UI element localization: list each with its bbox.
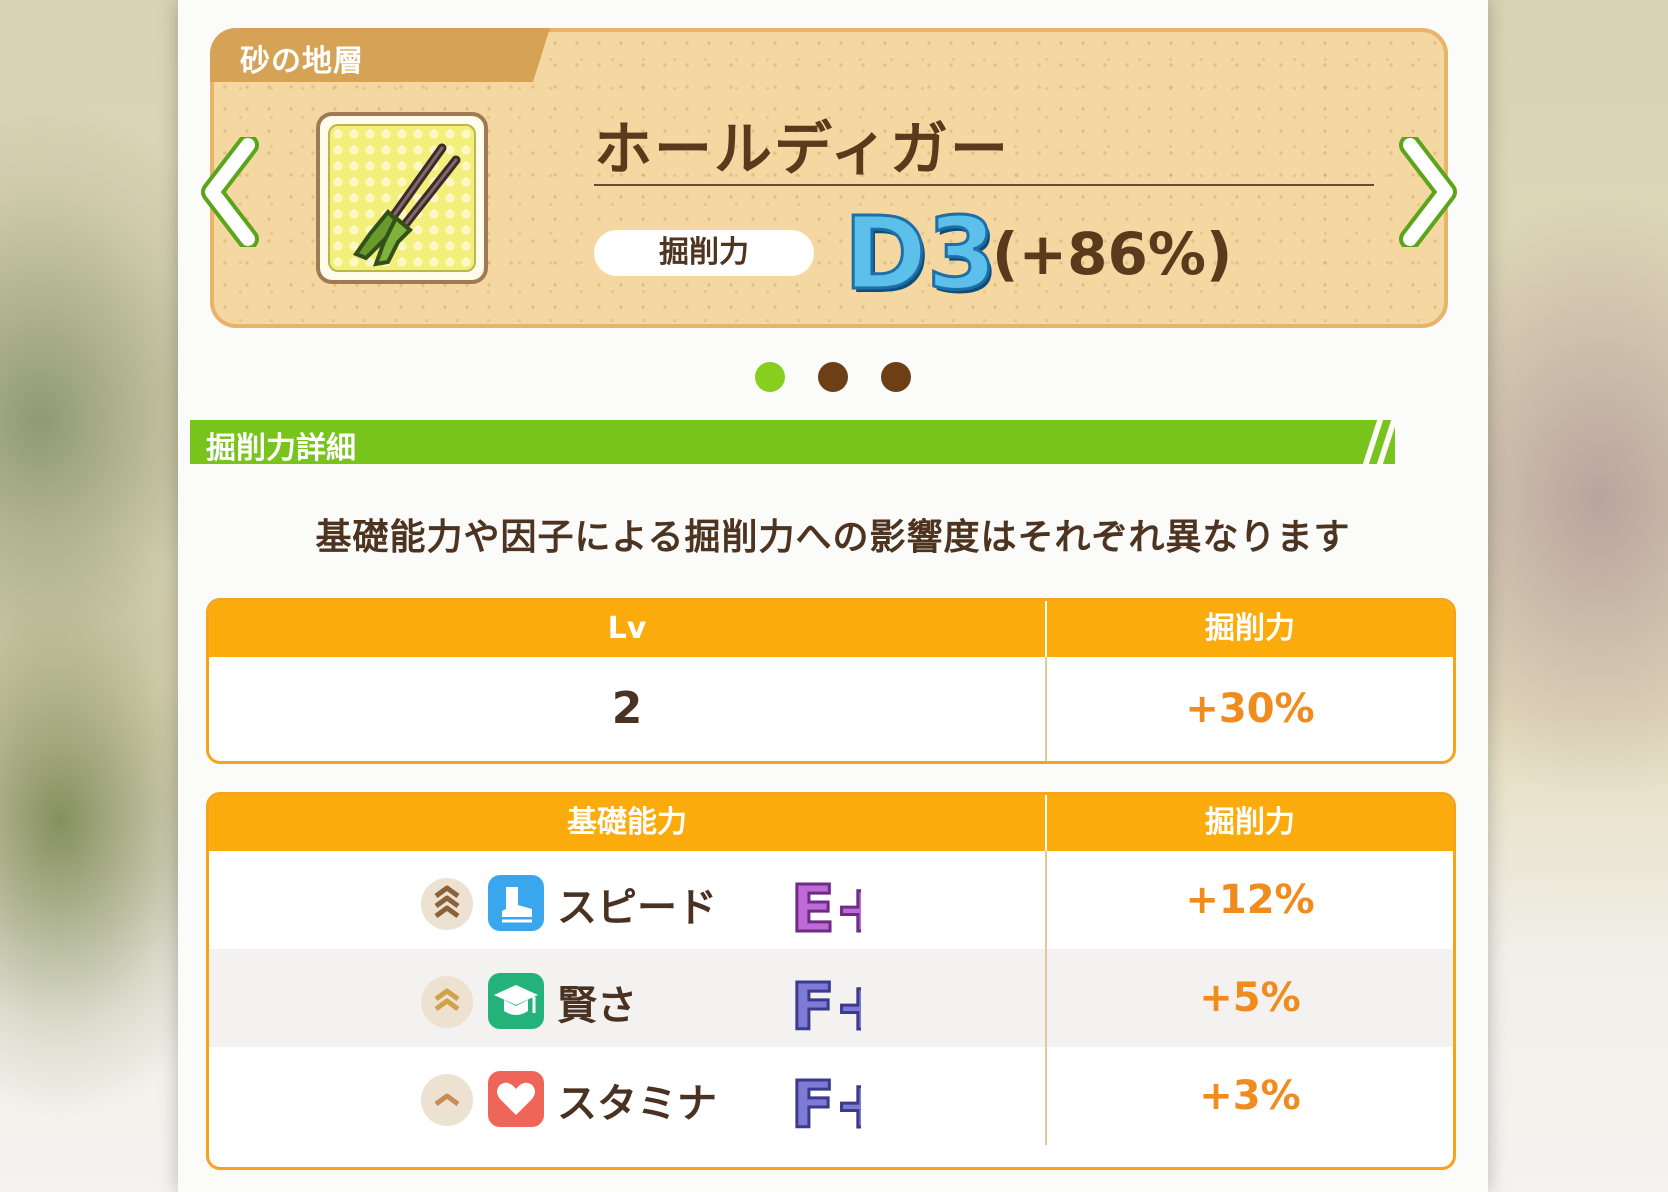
section-title: 掘削力詳細 — [206, 431, 356, 466]
grade-letter: E+ — [791, 873, 861, 939]
grade-badge: E+ — [789, 863, 890, 949]
stat-label-pill: 掘削力 — [594, 230, 814, 276]
table-row: 賢さ F+ +5% — [209, 949, 1453, 1047]
grade-letter: F+ — [791, 1069, 861, 1135]
page-dot-1[interactable] — [754, 362, 785, 392]
description-text: 基礎能力や因子による掘削力への影響度はそれぞれ異なります — [315, 517, 1351, 558]
next-arrow-button[interactable] — [1398, 134, 1458, 250]
chevron-left-icon — [201, 134, 259, 250]
chevron-right-icon — [1399, 134, 1457, 250]
grade-letter: F+ — [791, 971, 861, 1037]
table-row: スタミナ F+ +3% — [209, 1047, 1453, 1145]
page-dot-2[interactable] — [818, 362, 848, 392]
rank-up-double-icon — [421, 976, 473, 1028]
table-row: スピード E+ +12% — [209, 851, 1453, 949]
ability-bonus: +3% — [1199, 1073, 1301, 1119]
header-lv: Lv — [209, 601, 1047, 657]
item-icon — [316, 112, 488, 284]
table-row: 2 +30% — [209, 657, 1453, 761]
graduation-cap-icon — [488, 973, 544, 1029]
ability-name: 賢さ — [557, 983, 637, 1029]
ability-name: スタミナ — [557, 1081, 717, 1127]
grade-badge: F+ — [789, 1059, 890, 1145]
excavation-detail-panel: 砂の地層 ホールディガー 掘削力 D3 (+86%) 掘削力詳細 基礎能力や因子… — [178, 0, 1488, 1192]
header-ability: 基礎能力 — [209, 795, 1047, 851]
rank-up-single-icon — [421, 1074, 473, 1126]
ability-bonus: +12% — [1185, 877, 1315, 923]
grade-badge: F+ — [789, 961, 890, 1047]
ability-table: 基礎能力 掘削力 スピード E+ +12% — [206, 792, 1456, 1170]
item-name-divider — [594, 184, 1374, 186]
stratum-card: 砂の地層 ホールディガー 掘削力 D3 (+86%) — [201, 28, 1457, 328]
stratum-label: 砂の地層 — [240, 44, 364, 79]
page-indicator — [178, 362, 1488, 396]
level-value: 2 — [209, 657, 1047, 761]
stratum-tab: 砂の地層 — [210, 28, 550, 82]
rank-badge: D3 — [843, 195, 999, 312]
header-excavation: 掘削力 — [1205, 611, 1295, 646]
level-table: Lv 掘削力 2 +30% — [206, 598, 1456, 764]
ability-bonus: +5% — [1199, 975, 1301, 1021]
level-bonus: +30% — [1185, 686, 1315, 732]
rank-up-triple-icon — [421, 878, 473, 930]
ability-table-header: 基礎能力 掘削力 — [209, 795, 1453, 851]
item-name: ホールディガー — [594, 115, 1010, 183]
heart-icon — [488, 1071, 544, 1127]
post-hole-digger-icon — [352, 143, 461, 267]
level-table-header: Lv 掘削力 — [209, 601, 1453, 657]
page-dot-3[interactable] — [881, 362, 912, 392]
shoe-icon — [488, 875, 544, 931]
ability-name: スピード — [557, 885, 717, 931]
header-excavation: 掘削力 — [1205, 805, 1295, 840]
rank-bonus: (+86%) — [992, 220, 1233, 288]
previous-arrow-button[interactable] — [200, 134, 260, 250]
section-header: 掘削力詳細 — [190, 420, 1398, 466]
